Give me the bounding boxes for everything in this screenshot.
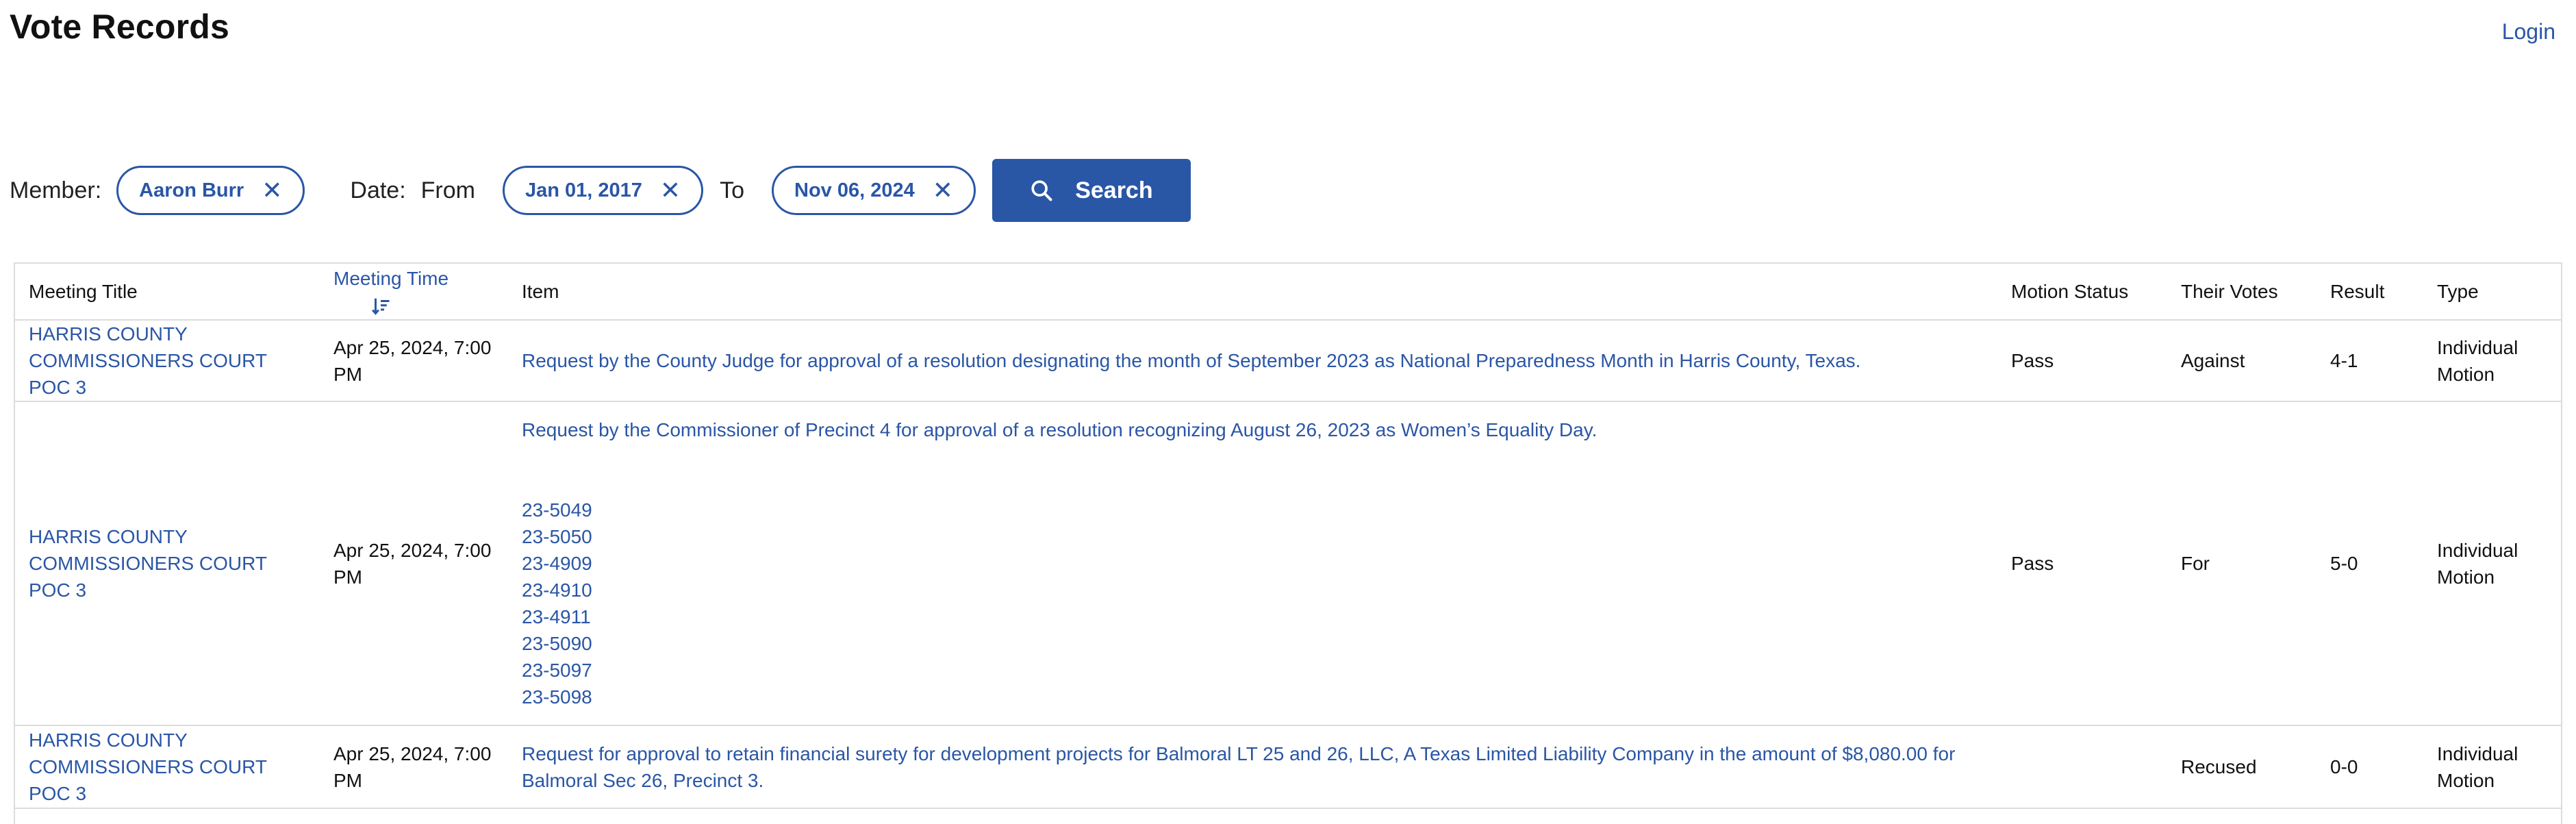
to-date-chip[interactable]: Nov 06, 2024 ✕ <box>772 166 976 215</box>
sort-descending-icon[interactable] <box>370 296 391 316</box>
result-cell: 5-0 <box>2316 401 2423 726</box>
meeting-title-cell: HARRIS COUNTY COMMISSIONERS COURT POC 3 <box>15 401 320 726</box>
meeting-title-cell: HARRIS COUNTY COMMISSIONERS COURT POC 3 <box>15 320 320 402</box>
vote-records-table: Meeting Title Meeting Time Item Motion S… <box>14 262 2562 824</box>
col-header-motion-status: Motion Status <box>1997 264 2167 321</box>
from-label: From <box>420 177 475 203</box>
to-label: To <box>720 177 744 203</box>
item-link[interactable]: Request by the County Judge for approval… <box>522 350 1860 371</box>
close-icon[interactable]: ✕ <box>933 178 953 203</box>
col-header-item: Item <box>508 264 1997 321</box>
filter-bar: Member: Aaron Burr ✕ Date: From Jan 01, … <box>10 159 1191 222</box>
to-date-chip-label: Nov 06, 2024 <box>794 179 915 201</box>
member-chip[interactable]: Aaron Burr ✕ <box>116 166 305 215</box>
item-cell: Request by the County Judge for approval… <box>508 320 1997 402</box>
col-header-type: Type <box>2423 264 2561 321</box>
meeting-title-cell: HARRIS COUNTY COMMISSIONERS COURT POC 3 <box>15 725 320 809</box>
close-icon[interactable]: ✕ <box>660 178 681 203</box>
their-votes-cell: Recused <box>2167 725 2316 809</box>
item-code-list: 23-5049 23-5050 23-4909 23-4910 23-4911 … <box>522 497 1984 710</box>
col-header-meeting-time[interactable]: Meeting Time <box>320 264 508 321</box>
table-header-row: Meeting Title Meeting Time Item Motion S… <box>15 264 2561 321</box>
table-row: HARRIS COUNTY COMMISSIONERS COURT POC 3 A… <box>15 401 2561 726</box>
search-button-label: Search <box>1075 177 1153 203</box>
type-cell: Individual Motion <box>2423 320 2561 402</box>
meeting-time-cell: Apr 25, 2024, 7:00 PM <box>320 320 508 402</box>
meeting-time-cell: Apr 25, 2024, 7:00 PM <box>320 725 508 809</box>
their-votes-cell: For <box>2167 401 2316 726</box>
motion-status-cell <box>1997 725 2167 809</box>
type-cell: Individual Motion <box>2423 725 2561 809</box>
meeting-title-link[interactable]: HARRIS COUNTY COMMISSIONERS COURT POC 3 <box>29 729 266 804</box>
item-code-link[interactable]: 23-5098 <box>522 684 1984 710</box>
member-chip-label: Aaron Burr <box>139 179 244 201</box>
search-button[interactable]: Search <box>992 159 1191 222</box>
item-code-link[interactable]: 23-5097 <box>522 657 1984 684</box>
meeting-title-link[interactable]: HARRIS COUNTY COMMISSIONERS COURT POC 3 <box>29 526 266 601</box>
item-link[interactable]: Request for approval to retain financial… <box>522 743 1955 791</box>
item-code-link[interactable]: 23-4910 <box>522 577 1984 603</box>
from-date-chip[interactable]: Jan 01, 2017 ✕ <box>502 166 704 215</box>
their-votes-cell: Against <box>2167 320 2316 402</box>
item-cell: Request by the Commissioner of Precinct … <box>508 401 1997 726</box>
item-code-link[interactable]: 23-5049 <box>522 497 1984 523</box>
close-icon[interactable]: ✕ <box>262 178 282 203</box>
col-header-meeting-time-label: Meeting Time <box>333 267 449 289</box>
date-label: Date: <box>350 177 406 203</box>
table-row: HARRIS COUNTY COMMISSIONERS COURT POC 3 A… <box>15 725 2561 809</box>
result-cell: 4-1 <box>2316 320 2423 402</box>
table-row: HARRIS COUNTY COMMISSIONERS COURT POC 3 A… <box>15 320 2561 402</box>
meeting-time-cell: Apr 25, 2024, 7:00 PM <box>320 401 508 726</box>
item-code-link[interactable]: 23-4911 <box>522 603 1984 630</box>
meeting-title-link[interactable]: HARRIS COUNTY COMMISSIONERS COURT POC 3 <box>29 323 266 398</box>
motion-status-cell: Pass <box>1997 401 2167 726</box>
col-header-result: Result <box>2316 264 2423 321</box>
item-code-link[interactable]: 23-5050 <box>522 523 1984 550</box>
result-cell: 0-0 <box>2316 725 2423 809</box>
motion-status-cell: Pass <box>1997 320 2167 402</box>
item-code-link[interactable]: 23-5090 <box>522 630 1984 657</box>
member-label: Member: <box>10 177 102 203</box>
from-date-chip-label: Jan 01, 2017 <box>525 179 642 201</box>
item-link[interactable]: Request by the Commissioner of Precinct … <box>522 416 1984 443</box>
col-header-meeting-title: Meeting Title <box>15 264 320 321</box>
item-cell: Request for approval to retain financial… <box>508 725 1997 809</box>
col-header-their-votes: Their Votes <box>2167 264 2316 321</box>
item-code-link[interactable]: 23-4909 <box>522 550 1984 577</box>
page-title: Vote Records <box>10 8 230 46</box>
login-link[interactable]: Login <box>2502 19 2555 45</box>
search-icon <box>1031 180 1052 201</box>
type-cell: Individual Motion <box>2423 401 2561 726</box>
